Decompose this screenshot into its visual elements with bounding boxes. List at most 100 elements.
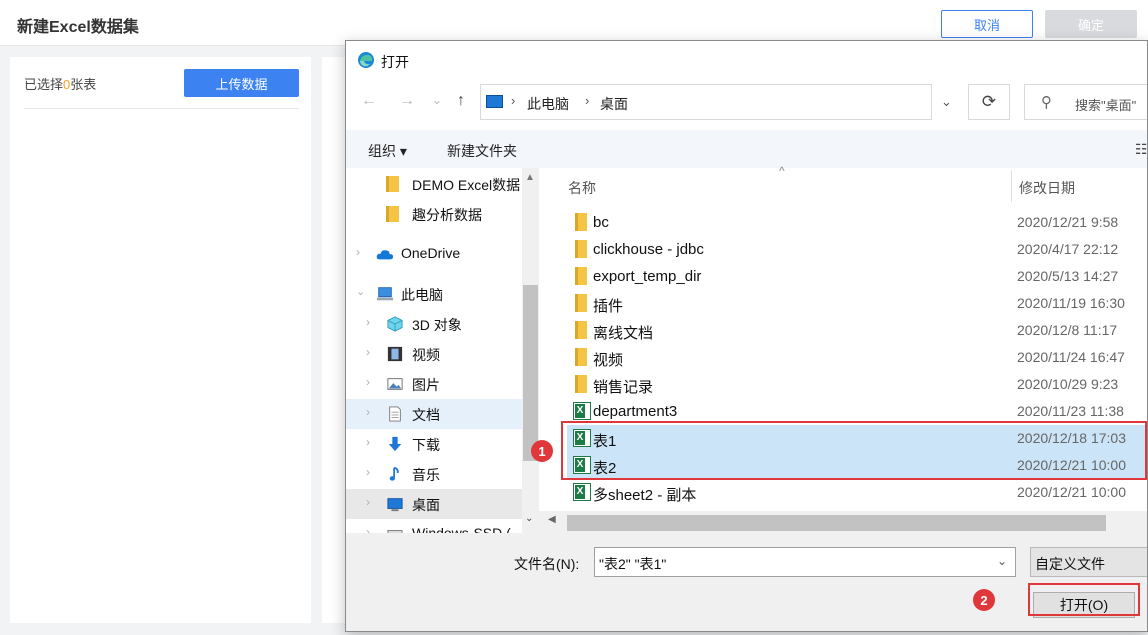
breadcrumb-this-pc[interactable]: 此电脑 (527, 94, 569, 114)
nav-item-label: 视频 (412, 347, 440, 363)
chevron-right-icon[interactable]: › (366, 375, 370, 389)
nav-item-3d-objects[interactable]: › 3D 对象 (346, 309, 522, 339)
column-headers: 名称 ^ 修改日期 (539, 164, 1147, 204)
scroll-up-icon[interactable]: ▲ (525, 172, 535, 183)
nav-item-videos[interactable]: › 视频 (346, 339, 522, 369)
step-badge-1: 1 (531, 440, 553, 462)
recent-locations-icon[interactable]: ⌄ (432, 93, 442, 107)
chevron-right-icon[interactable]: › (366, 315, 370, 329)
file-date: 2020/4/17 22:12 (1017, 241, 1119, 257)
nav-item-onedrive[interactable]: › OneDrive (346, 239, 522, 269)
nav-item-label: DEMO Excel数据 (412, 177, 521, 193)
cancel-button[interactable]: 取消 (941, 10, 1033, 38)
chevron-right-icon[interactable]: › (366, 465, 370, 479)
file-date: 2020/12/8 11:17 (1017, 322, 1118, 338)
file-name: export_temp_dir (593, 268, 702, 285)
file-name: 销售记录 (593, 379, 654, 396)
nav-item-music[interactable]: › 音乐 (346, 459, 522, 489)
music-icon (389, 466, 399, 481)
file-row[interactable]: 离线文档 2020/12/8 11:17 (567, 317, 1147, 344)
chevron-right-icon[interactable]: › (366, 405, 370, 419)
filename-label: 文件名(N): (514, 556, 580, 572)
nav-item-documents[interactable]: › 文档 (346, 399, 522, 429)
chevron-down-icon[interactable]: ⌄ (941, 94, 952, 110)
file-row[interactable]: export_temp_dir 2020/5/13 14:27 (567, 263, 1147, 290)
document-icon (389, 406, 401, 422)
chevron-right-icon[interactable]: › (366, 345, 370, 359)
breadcrumb-separator: › (511, 93, 516, 108)
dialog-titlebar: 打开 (346, 41, 1147, 79)
file-row[interactable]: 视频 2020/11/24 16:47 (567, 344, 1147, 371)
open-button-highlight-frame (1028, 583, 1140, 616)
picture-icon (387, 378, 403, 390)
nav-item-downloads[interactable]: › 下载 (346, 429, 522, 459)
scrollbar-thumb[interactable] (523, 285, 538, 461)
selected-prefix: 已选择 (24, 77, 64, 92)
file-name: 离线文档 (593, 325, 654, 342)
excel-file-icon (573, 402, 591, 420)
selection-highlight-frame (561, 421, 1147, 480)
selected-suffix: 张表 (70, 77, 97, 92)
address-bar[interactable]: › 此电脑 › 桌面 ⌄ (480, 84, 952, 120)
organize-button[interactable]: 组织 ▾ (368, 141, 407, 161)
file-date: 2020/10/29 9:23 (1017, 376, 1119, 392)
file-type-select[interactable]: 自定义文件 (1030, 547, 1147, 577)
nav-item-analysis-data[interactable]: 趣分析数据 (346, 199, 522, 229)
search-input[interactable]: ⚲ 搜索"桌面" (1024, 84, 1147, 120)
file-date: 2020/12/21 10:00 (1017, 484, 1126, 500)
dialog-toolbar: 组织 ▾ 新建文件夹 ☷ (346, 130, 1147, 168)
horizontal-scrollbar[interactable]: ◀ (539, 511, 1147, 533)
file-date: 2020/5/13 14:27 (1017, 268, 1119, 284)
filename-field[interactable]: "表2" "表1" ⌄ (594, 547, 1016, 577)
chevron-right-icon[interactable]: › (366, 525, 370, 533)
view-options-icon[interactable]: ☷ (1135, 141, 1147, 158)
folder-icon (575, 375, 587, 393)
back-icon[interactable]: ← (361, 92, 377, 110)
table-list-panel: 已选择0张表 上传数据 (10, 57, 311, 623)
scroll-left-icon[interactable]: ◀ (548, 514, 556, 525)
search-placeholder: 搜索"桌面" (1075, 98, 1137, 113)
nav-item-pictures[interactable]: › 图片 (346, 369, 522, 399)
nav-item-demo-excel[interactable]: DEMO Excel数据 (346, 169, 522, 199)
nav-item-this-pc[interactable]: ⌄ 此电脑 (346, 279, 522, 309)
up-folder-icon[interactable]: ↑ (457, 92, 465, 110)
column-header-name[interactable]: 名称 (568, 178, 596, 198)
nav-scrollbar[interactable]: ▲ ⌄ (522, 168, 539, 533)
address-row: ← → ⌄ ↑ › 此电脑 › 桌面 ⌄ ⟳ ⚲ 搜索"桌面" (346, 79, 1147, 125)
chevron-down-icon[interactable]: ⌄ (356, 285, 365, 298)
file-row[interactable]: 销售记录 2020/10/29 9:23 (567, 371, 1147, 398)
chevron-right-icon[interactable]: › (356, 245, 360, 259)
nav-item-desktop[interactable]: › 桌面 (346, 489, 522, 519)
breadcrumb-desktop[interactable]: 桌面 (600, 94, 628, 114)
chevron-right-icon[interactable]: › (366, 495, 370, 509)
file-name: 多sheet2 - 副本 (593, 487, 697, 504)
refresh-icon: ⟳ (981, 92, 997, 111)
forward-icon[interactable]: → (399, 92, 415, 110)
file-row[interactable]: bc 2020/12/21 9:58 (567, 209, 1147, 236)
filename-value: "表2" "表1" (599, 556, 667, 572)
nav-item-windows-ssd[interactable]: › Windows-SSD ( (346, 519, 522, 533)
chevron-down-icon[interactable]: ⌄ (997, 554, 1007, 568)
scroll-down-icon[interactable]: ⌄ (525, 513, 533, 524)
chevron-right-icon[interactable]: › (366, 435, 370, 449)
new-folder-button[interactable]: 新建文件夹 (447, 141, 517, 161)
folder-icon (575, 267, 587, 285)
file-open-dialog: 打开 ← → ⌄ ↑ › 此电脑 › 桌面 ⌄ ⟳ ⚲ 搜索"桌面" 组织 ▾ … (345, 40, 1148, 632)
file-date: 2020/12/21 9:58 (1017, 214, 1119, 230)
download-icon (388, 436, 402, 452)
confirm-button[interactable]: 确定 (1045, 10, 1137, 38)
refresh-button[interactable]: ⟳ (968, 84, 1010, 120)
scrollbar-thumb[interactable] (567, 515, 1106, 531)
nav-item-label: 下载 (412, 437, 440, 453)
file-row[interactable]: 多sheet2 - 副本 2020/12/21 10:00 (567, 479, 1147, 506)
column-divider[interactable] (1011, 170, 1012, 202)
nav-item-label: Windows-SSD ( (412, 525, 511, 533)
file-name: department3 (593, 403, 678, 420)
file-row[interactable]: 插件 2020/11/19 16:30 (567, 290, 1147, 317)
nav-item-label: 桌面 (412, 497, 440, 513)
nav-item-label: 3D 对象 (412, 317, 462, 333)
sort-ascending-icon: ^ (779, 164, 785, 178)
column-header-date[interactable]: 修改日期 (1019, 178, 1075, 198)
upload-data-button[interactable]: 上传数据 (184, 69, 299, 97)
file-row[interactable]: clickhouse - jdbc 2020/4/17 22:12 (567, 236, 1147, 263)
